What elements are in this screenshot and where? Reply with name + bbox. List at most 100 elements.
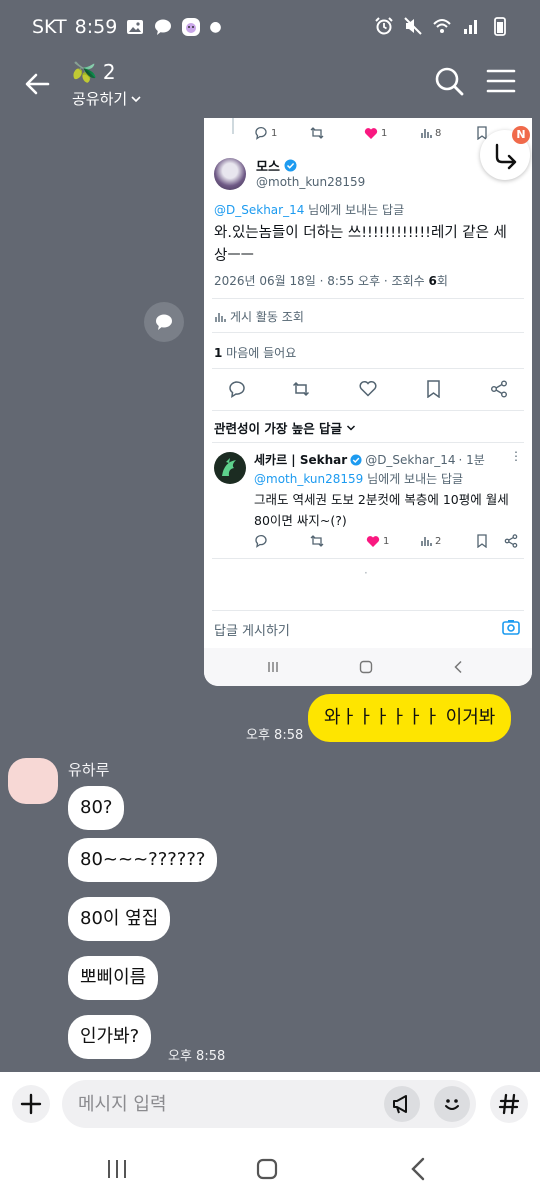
heart-filled-icon — [366, 535, 380, 547]
chat-header: 🫒 2 공유하기 — [0, 56, 540, 118]
divider — [212, 368, 524, 369]
author-handle[interactable]: @moth_kun28159 — [256, 175, 365, 189]
new-badge: N — [512, 126, 530, 144]
heart-filled-icon — [364, 127, 378, 139]
avatar[interactable] — [8, 758, 58, 804]
message-bubble[interactable]: 인가봐? — [68, 1015, 152, 1059]
like-count: 1 — [381, 127, 388, 139]
carrier-label: SKT — [32, 16, 67, 38]
app-notification-icon — [182, 18, 201, 36]
author-name: 모스 — [256, 160, 280, 175]
views-chart-icon — [421, 537, 432, 546]
views-count: 8 — [435, 127, 442, 139]
emoji-button[interactable] — [434, 1086, 470, 1122]
bookmark-icon[interactable] — [426, 380, 441, 398]
heart-outline-icon[interactable] — [359, 380, 377, 397]
reply-like-action[interactable]: 1 — [366, 535, 389, 548]
likes-summary[interactable]: 1 마음에 들어요 — [214, 344, 296, 361]
reply-to-suffix: 님에게 보내는 답글 — [304, 203, 405, 217]
bookmark-icon[interactable] — [476, 534, 488, 548]
reply-sort-dropdown[interactable]: 관련성이 가장 높은 답글 — [214, 418, 356, 437]
gallery-notification-icon — [127, 20, 144, 34]
my-message-time: 오후 8:58 — [246, 728, 304, 743]
reply-age: · 1분 — [458, 453, 485, 467]
reply-to-handle[interactable]: @D_Sekhar_14 — [214, 203, 304, 217]
divider — [212, 332, 524, 333]
back-chevron-icon[interactable] — [402, 1152, 436, 1186]
divider — [212, 558, 524, 559]
reply-icon[interactable] — [228, 380, 246, 398]
inner-nav-bar — [204, 648, 532, 686]
reply-icon[interactable] — [254, 534, 268, 548]
side-reply-button[interactable] — [144, 302, 184, 342]
message-bubble[interactable]: 뽀삐이름 — [68, 956, 159, 1000]
speech-bubble-icon — [156, 314, 172, 330]
home-icon[interactable] — [250, 1152, 284, 1186]
author-name-row[interactable]: 모스 — [256, 156, 297, 175]
hamburger-menu-icon[interactable] — [484, 64, 518, 98]
message-bubble[interactable]: 80? — [68, 786, 125, 830]
post-body: 와.있는놈들이 더하는 쓰!!!!!!!!!!!!레기 같은 세상ㅡㅡ — [214, 225, 507, 264]
reply-action[interactable]: 1 — [254, 126, 277, 140]
reply-author-name: 세카르 | Sekhar — [254, 453, 348, 467]
megaphone-icon — [393, 1095, 407, 1114]
home-icon — [359, 660, 373, 674]
reply-body: 그래도 역세권 도보 2분컷에 복층에 10평에 월세 80이면 싸지~(?) — [254, 492, 509, 528]
activity-label: 게시 활동 조회 — [230, 310, 304, 324]
likes-label: 마음에 들어요 — [222, 346, 297, 360]
camera-icon[interactable] — [502, 619, 520, 635]
their-message-time: 오후 8:58 — [168, 1049, 226, 1064]
plus-icon — [20, 1093, 42, 1115]
system-nav-bar — [0, 1138, 540, 1199]
more-options-icon[interactable]: ⋮ — [510, 449, 522, 463]
hash-button[interactable] — [490, 1085, 528, 1123]
post-meta-date: 2026년 06월 18일 · 8:55 오후 · 조회수 — [214, 274, 429, 288]
reply-reply-to-handle[interactable]: @moth_kun28159 — [254, 472, 363, 486]
megaphone-button[interactable] — [384, 1086, 420, 1122]
reply-author-row[interactable]: 세카르 | Sekhar @D_Sekhar_14 · 1분 — [254, 451, 485, 468]
sender-name: 유하루 — [68, 761, 110, 779]
chat-emoji: 🫒 — [72, 60, 97, 84]
chevron-down-icon — [131, 95, 141, 102]
reply-like-count: 1 — [383, 535, 390, 547]
repost-icon[interactable] — [310, 126, 324, 140]
share-subtitle-label: 공유하기 — [72, 90, 128, 108]
back-arrow-icon[interactable] — [20, 66, 56, 102]
reply-author-handle: @D_Sekhar_14 — [365, 452, 456, 467]
message-bubble[interactable]: 80이 옆집 — [68, 897, 171, 941]
share-subtitle[interactable]: 공유하기 — [72, 88, 142, 109]
share-icon[interactable] — [504, 534, 518, 548]
post-meta: 2026년 06월 18일 · 8:55 오후 · 조회수 6회 — [214, 272, 448, 289]
back-chevron-icon — [454, 660, 462, 674]
hash-icon — [498, 1093, 520, 1115]
smiley-icon — [445, 1099, 459, 1110]
post-meta-views: 6 — [428, 274, 437, 288]
views-action[interactable]: 8 — [420, 127, 441, 139]
search-icon[interactable] — [432, 64, 466, 98]
reply-views-action[interactable]: 2 — [420, 535, 441, 547]
repost-icon[interactable] — [292, 380, 310, 398]
recent-apps-icon[interactable] — [100, 1152, 134, 1186]
shared-image-card[interactable]: 1 1 8 모스 @moth_kun28159 @D_Sekhar_14 님에게… — [204, 118, 532, 686]
repost-icon[interactable] — [310, 534, 324, 548]
reply-author-avatar[interactable] — [214, 452, 246, 484]
author-avatar[interactable] — [214, 158, 246, 190]
dragon-logo-icon — [222, 458, 236, 476]
my-message-bubble[interactable]: 와ㅏㅏㅏㅏㅏㅏ 이거봐 — [308, 694, 512, 742]
verified-badge-icon — [284, 159, 297, 172]
activity-chart-icon — [215, 312, 226, 322]
divider — [212, 410, 524, 411]
post-meta-suffix: 회 — [436, 274, 448, 288]
message-bubble[interactable]: 80~~~?????? — [68, 838, 218, 882]
signal-icon — [464, 20, 477, 34]
reply-to-line: @moth_kun28159 님에게 보내는 답글 — [254, 470, 463, 487]
clock: 8:59 — [74, 16, 118, 38]
mute-icon — [404, 17, 422, 35]
share-icon[interactable] — [490, 380, 508, 398]
like-action[interactable]: 1 — [364, 127, 387, 140]
views-chart-icon — [421, 129, 432, 138]
plus-button[interactable] — [12, 1085, 50, 1123]
alarm-icon — [375, 17, 393, 35]
reply-compose-placeholder[interactable]: 답글 게시하기 — [214, 620, 290, 639]
post-activity-link[interactable]: 게시 활동 조회 — [214, 308, 304, 325]
